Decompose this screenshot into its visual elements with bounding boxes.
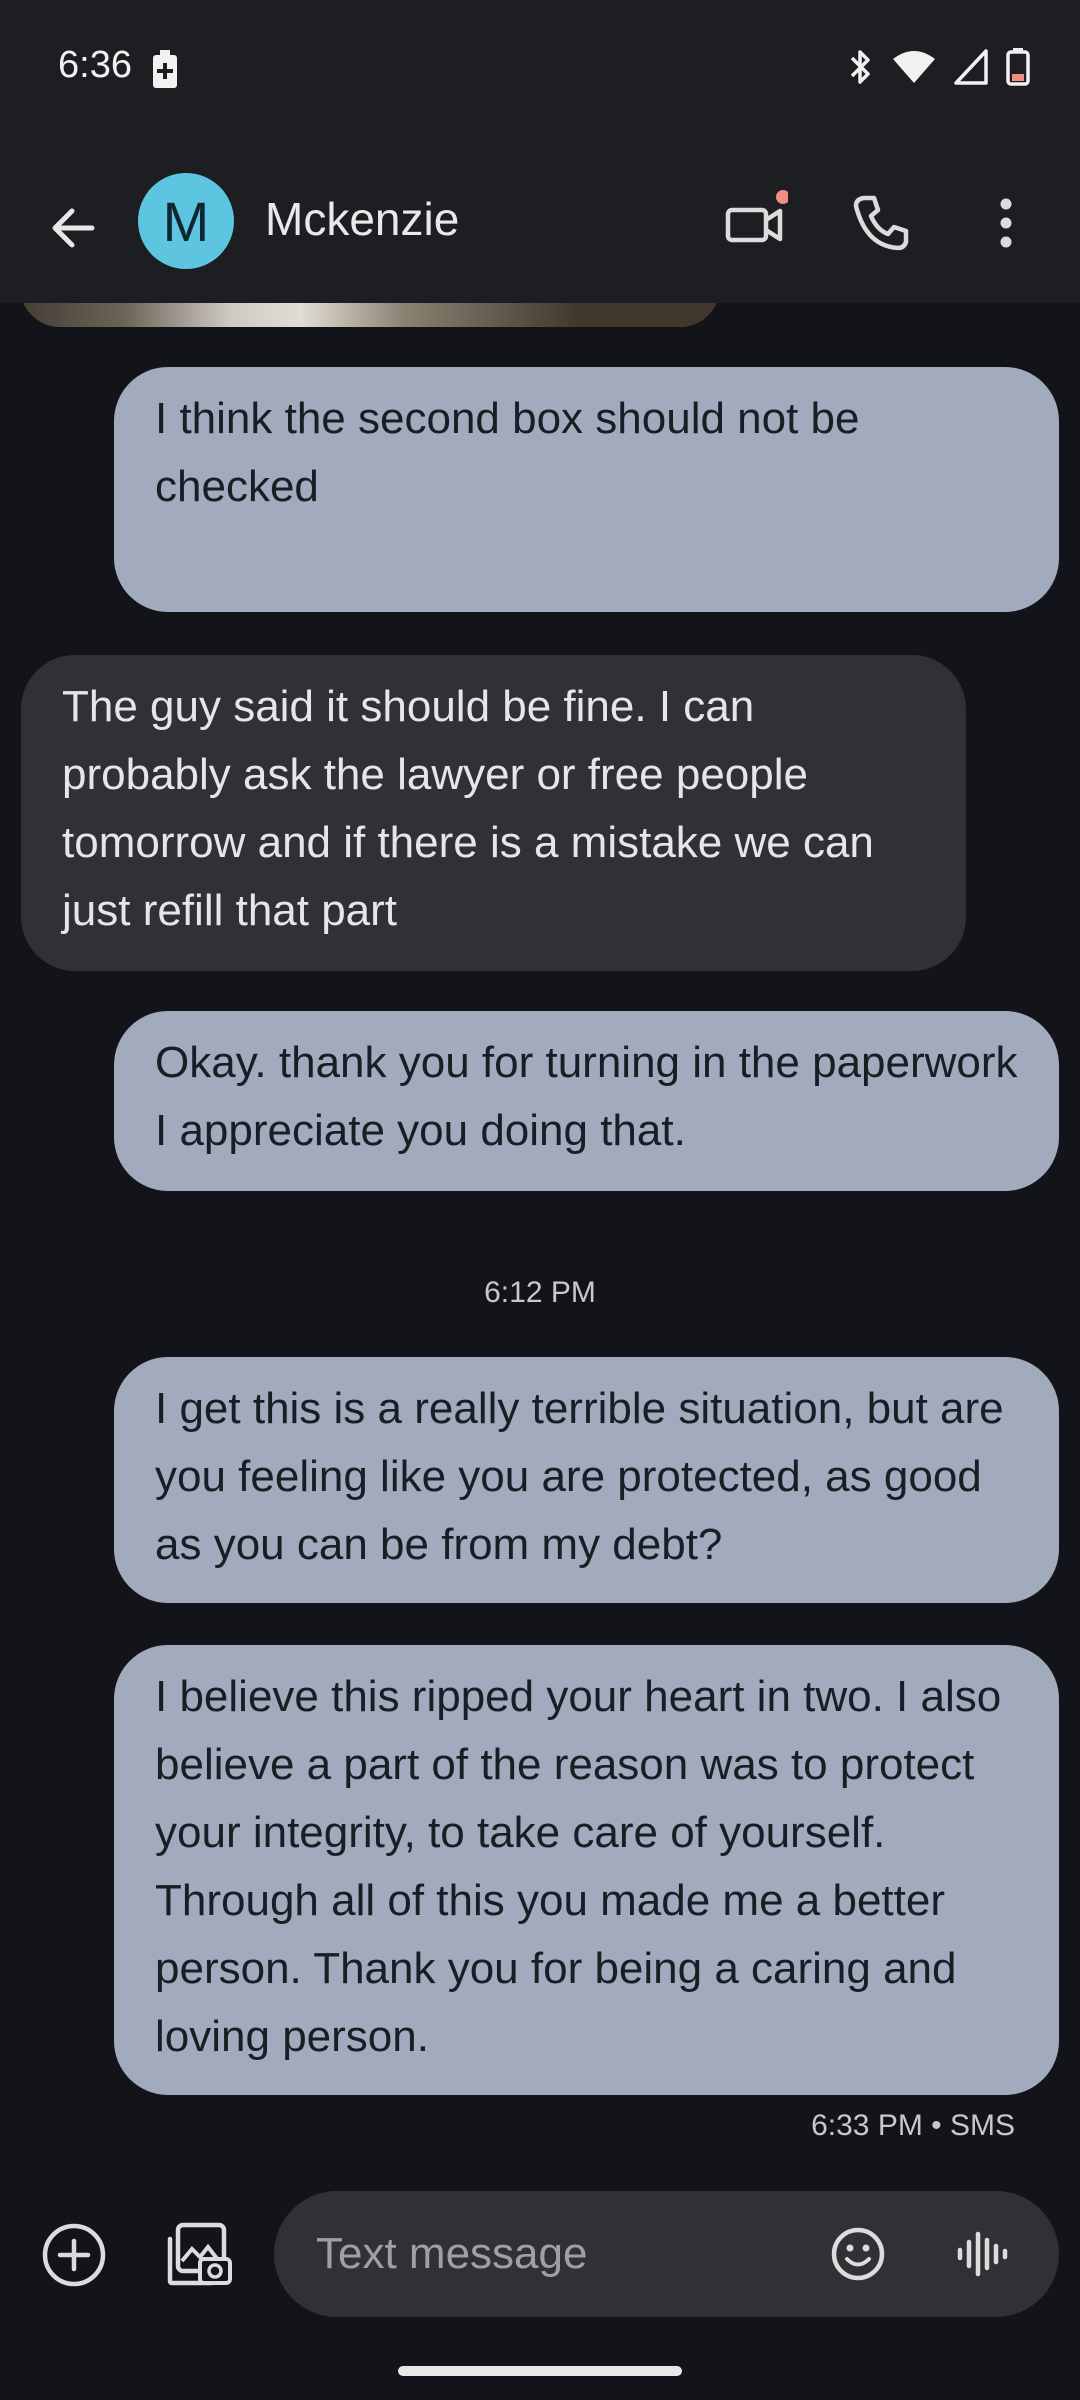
wifi-icon: [893, 51, 935, 83]
battery-saver-icon: [153, 50, 177, 88]
message-bubble-outgoing[interactable]: I get this is a really terrible situatio…: [114, 1357, 1059, 1603]
image-attachment[interactable]: [20, 303, 720, 327]
battery-icon: [1006, 48, 1030, 86]
signal-icon: [954, 49, 988, 85]
add-circle-icon[interactable]: [40, 2221, 108, 2289]
bluetooth-icon: [850, 50, 870, 84]
back-arrow-icon[interactable]: [44, 198, 104, 258]
avatar[interactable]: M: [138, 173, 234, 269]
conversation-timestamp: 6:12 PM: [484, 1276, 596, 1309]
video-call-icon[interactable]: [722, 190, 788, 256]
home-indicator[interactable]: [398, 2366, 682, 2376]
message-thread[interactable]: I think the second box should not be che…: [0, 303, 1080, 2173]
status-time: 6:36: [58, 44, 132, 86]
gallery-icon[interactable]: [164, 2219, 234, 2289]
conversation-header: M Mckenzie: [0, 140, 1080, 303]
message-bubble-outgoing[interactable]: Okay. thank you for turning in the paper…: [114, 1011, 1059, 1191]
voice-waveform-icon[interactable]: [954, 2226, 1010, 2282]
message-bubble-incoming[interactable]: The guy said it should be fine. I can pr…: [21, 655, 966, 971]
status-bar: 6:36: [0, 0, 1080, 140]
phone-icon[interactable]: [848, 190, 914, 256]
message-status-meta: 6:33 PM • SMS: [811, 2109, 1015, 2142]
message-input[interactable]: Text message: [274, 2191, 1059, 2317]
message-bubble-outgoing[interactable]: I think the second box should not be che…: [114, 367, 1059, 612]
emoji-icon[interactable]: [830, 2226, 886, 2282]
contact-name[interactable]: Mckenzie: [265, 192, 459, 246]
message-bubble-outgoing[interactable]: I believe this ripped your heart in two.…: [114, 1645, 1059, 2095]
status-icons: [848, 48, 1030, 86]
more-vert-icon[interactable]: [988, 190, 1024, 256]
message-input-placeholder: Text message: [316, 2229, 588, 2278]
